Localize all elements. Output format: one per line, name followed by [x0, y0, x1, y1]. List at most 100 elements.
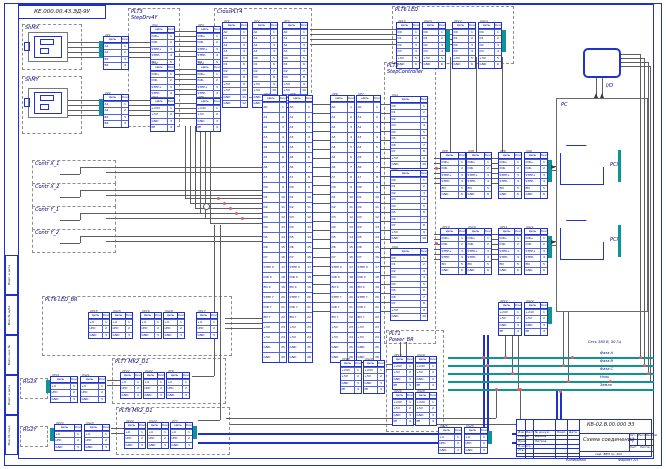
pin-row: DIR- 2 — [197, 77, 220, 84]
pin-row: +5V 2 — [416, 405, 436, 412]
pin-row: D1 2 — [391, 261, 427, 268]
pin-row: +5V 24 — [331, 331, 354, 342]
pin-row: D0 1 — [391, 102, 427, 109]
pin-number: 12 — [240, 101, 247, 107]
pin-number: 2 — [454, 441, 461, 447]
pin-row: GND 3 — [197, 331, 217, 338]
pin-name: GND — [85, 444, 93, 449]
pin-number: 13 — [279, 222, 286, 232]
pin-name: +5V — [263, 334, 270, 339]
wire — [68, 105, 103, 106]
pin-number: 3 — [167, 84, 174, 90]
pin-name: A2 — [289, 124, 294, 129]
pin-row: GND 10 — [391, 235, 427, 242]
pin-number: 1 — [210, 319, 217, 325]
pin-name: +5V — [357, 324, 364, 329]
pin-row: GND 6 — [525, 191, 547, 198]
pin-name: A3 — [331, 134, 336, 139]
pin-number: 25 — [305, 342, 312, 352]
pin-name: DIR- — [197, 78, 204, 82]
pin-number: 13 — [373, 222, 380, 232]
pin-number: 3 — [213, 46, 220, 52]
pin-name: D7 — [331, 254, 336, 259]
pin-name: STEP- — [441, 179, 450, 183]
pin-row: D0 9 — [263, 181, 286, 192]
pin-name: D7 — [391, 301, 396, 305]
wire — [313, 149, 330, 150]
pin-name: D1 — [253, 62, 258, 66]
pin-number: 6 — [468, 62, 475, 68]
pin-number: 6 — [420, 136, 427, 142]
pin-number: 8 — [279, 172, 286, 182]
pin-name: EN — [525, 185, 530, 190]
pin-number: 1 — [213, 33, 220, 39]
pin-row: D2 11 — [289, 201, 312, 212]
connector-ref: ХР9 — [500, 148, 506, 153]
wire — [313, 311, 330, 312]
pin-table-ХS8: ХS8 Цепь Конт DIR+ 1 DIR- 2 STEP+ 3 STEP- 4 EN 5 GND 6 — [466, 149, 492, 199]
pin-name: GND — [197, 118, 205, 123]
pin-name: A5 — [331, 154, 336, 159]
pin-row: GND 3 — [164, 331, 184, 338]
wire — [175, 94, 196, 95]
pin-number: 10 — [279, 192, 286, 202]
pin-number: 1 — [420, 177, 427, 183]
pin-number: 2 — [210, 326, 217, 332]
pin-row: A6 7 — [331, 161, 354, 172]
phase-label-1: Фаза В — [600, 359, 614, 363]
pin-table-header-pin: Конт — [167, 27, 176, 32]
pin-name: LED — [112, 326, 119, 330]
pin-number: 4 — [213, 91, 220, 97]
pin-name: EN X — [331, 284, 339, 289]
pin-name: A1 — [357, 114, 362, 119]
wire — [381, 131, 390, 132]
pin-row: PE 4 — [151, 124, 174, 131]
block-label-plt3b: StepDrv4Y — [131, 14, 158, 21]
pin-number: 2 — [494, 36, 501, 42]
pin-number: 7 — [279, 162, 286, 172]
pin-row: A3 4 — [253, 48, 277, 55]
pin-number: 3 — [468, 42, 475, 48]
pin-name: GND — [223, 94, 231, 99]
pin-row: EN X 19 — [331, 281, 354, 292]
pin-number: 4 — [240, 49, 247, 55]
pin-number: 4 — [514, 255, 521, 261]
pin-row: D1 10 — [263, 191, 286, 202]
pin-number: 9 — [420, 155, 427, 161]
pin-name: GND — [441, 268, 449, 272]
connector-ref: ХР12 — [500, 298, 508, 303]
pin-name: STEP- — [151, 53, 160, 57]
pin-row: B1 3 — [104, 55, 128, 62]
pin-table-header-pin: Конт — [102, 425, 111, 430]
pin-row: LED 2 — [439, 440, 461, 447]
pin-name: D1 — [223, 62, 228, 66]
pin-table-header-pin: Конт — [154, 313, 163, 318]
wire — [175, 46, 196, 47]
pin-number: 1 — [454, 434, 461, 440]
wire — [106, 167, 262, 168]
pin-number: 1 — [458, 159, 465, 165]
pin-number: 4 — [540, 329, 547, 335]
pin-number: 3 — [420, 116, 427, 122]
pin-number: 4 — [377, 387, 384, 393]
pin-table-ХТ6: ХТ6 Цепь Конт +U 1 LED 2 GND 3 — [166, 369, 190, 399]
pin-table-header-net: Цепь — [445, 153, 454, 157]
pin-row: D4 5 — [391, 128, 427, 135]
pin-row: A0 1 — [223, 28, 247, 35]
pin-name: GND — [525, 192, 533, 196]
wire — [106, 213, 262, 214]
wire — [68, 110, 103, 111]
pin-number: 4 — [429, 383, 436, 389]
pin-name: GND — [525, 322, 533, 327]
pin-name: A2 — [253, 42, 258, 47]
pin-table-header-pin: Конт — [305, 96, 314, 101]
wire — [313, 104, 330, 105]
pin-number: 8 — [300, 75, 307, 81]
pin-name: GND — [263, 354, 271, 359]
pin-row: GND 3 — [416, 375, 436, 382]
wire — [381, 230, 390, 231]
pin-table-header-pin: Конт — [125, 313, 134, 318]
pin-table-header-pin: Конт — [279, 96, 288, 101]
pin-table-ХР22: ХР22 Цепь Конт +U 1 LED 2 GND 3 — [120, 369, 142, 399]
pin-row: GND 6 — [441, 267, 465, 274]
